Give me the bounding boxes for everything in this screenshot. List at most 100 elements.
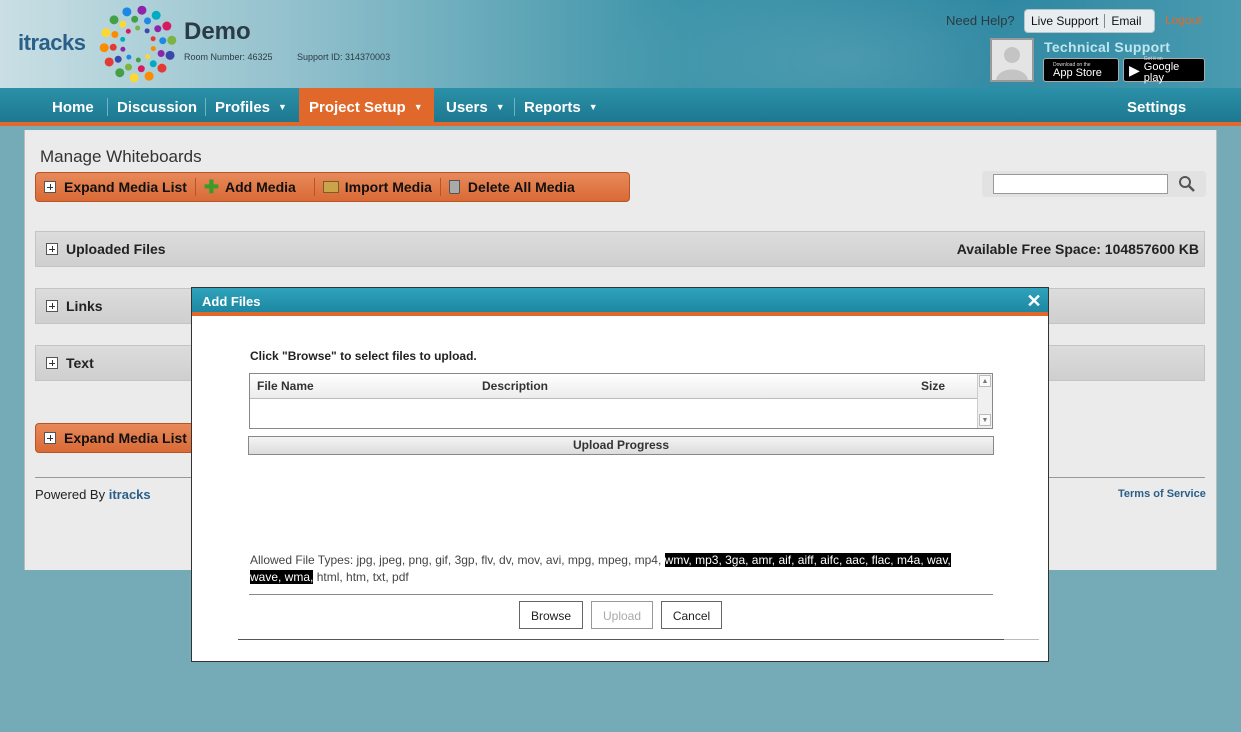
nav-project-setup[interactable]: Project Setup ▼ [299, 88, 434, 126]
app-store-button[interactable]: Download on the App Store [1043, 58, 1119, 82]
add-media-button[interactable]: ✚ Add Media [196, 172, 314, 202]
green-plus-icon: ✚ [203, 177, 220, 197]
logo-dot [122, 7, 132, 17]
file-table: File Name Description Size ▲ ▼ [249, 373, 993, 429]
logo-dot [131, 15, 139, 23]
page-title: Manage Whiteboards [40, 147, 202, 166]
email-link[interactable]: Email [1105, 14, 1147, 28]
dialog-title: Add Files [202, 294, 261, 309]
scroll-up-icon[interactable]: ▲ [979, 375, 991, 387]
main-nav: Home Discussion Profiles ▼ Project Setup ▼… [0, 88, 1241, 126]
expand-icon [46, 357, 58, 369]
browse-button[interactable]: Browse [519, 601, 583, 629]
trash-icon [448, 180, 460, 194]
file-table-header: File Name Description Size [250, 374, 977, 399]
logo[interactable]: itracks [18, 30, 86, 56]
help-links: Live Support Email [1024, 9, 1155, 33]
search-box [982, 171, 1206, 197]
scroll-down-icon[interactable]: ▼ [979, 414, 991, 426]
file-table-scrollbar[interactable]: ▲ ▼ [977, 374, 992, 428]
terms-of-service-link[interactable]: Terms of Service [1118, 488, 1206, 500]
live-support-link[interactable]: Live Support [1025, 14, 1104, 28]
nav-reports-label: Reports [524, 98, 581, 116]
nav-home[interactable]: Home [42, 88, 104, 126]
logo-dot [115, 68, 125, 78]
caret-down-icon: ▼ [413, 102, 423, 112]
free-space-label: Available Free Space: 104857600 KB [956, 241, 1199, 257]
upload-button[interactable]: Upload [591, 601, 653, 629]
allowed-types-highlight: wave, wma, [250, 570, 314, 584]
logo-dot [150, 46, 156, 52]
import-media-label: Import Media [344, 179, 432, 195]
expand-icon [44, 181, 56, 193]
column-file-name[interactable]: File Name [257, 379, 314, 393]
logo-dot [129, 73, 139, 83]
allowed-types-suffix: html, htm, txt, pdf [316, 570, 409, 584]
nav-settings[interactable]: Settings [1117, 88, 1196, 126]
column-size[interactable]: Size [921, 379, 945, 393]
nav-profiles[interactable]: Profiles ▼ [205, 88, 297, 126]
media-toolbar: Expand Media List ✚ Add Media Import Med… [35, 172, 630, 202]
import-media-button[interactable]: Import Media [315, 172, 440, 202]
nav-discussion[interactable]: Discussion [107, 88, 207, 126]
room-number: Room Number: 46325 [184, 52, 273, 62]
nav-users[interactable]: Users ▼ [436, 88, 515, 126]
expand-icon [46, 243, 58, 255]
add-files-dialog: Add Files ✕ Click "Browse" to select fil… [191, 287, 1049, 662]
logout-link[interactable]: Logout [1165, 13, 1202, 27]
logo-dot [126, 54, 132, 60]
nav-reports[interactable]: Reports ▼ [514, 88, 608, 126]
logo-dot [135, 57, 141, 63]
logo-dot [154, 25, 162, 33]
column-description[interactable]: Description [482, 379, 548, 393]
logo-dot [120, 46, 126, 52]
powered-by: Powered By itracks [35, 487, 151, 502]
logo-dot [162, 21, 172, 31]
section-uploaded-files[interactable]: Uploaded Files Available Free Space: 104… [35, 231, 1205, 267]
logo-dot [99, 43, 109, 53]
cancel-button[interactable]: Cancel [661, 601, 722, 629]
caret-down-icon: ▼ [495, 102, 505, 112]
add-media-label: Add Media [225, 179, 296, 195]
expand-media-list-label: Expand Media List [64, 179, 187, 195]
avatar[interactable] [990, 38, 1034, 82]
logo-dot [120, 36, 126, 42]
logo-dot [137, 65, 145, 73]
search-input[interactable] [993, 174, 1168, 194]
logo-dot [144, 28, 150, 34]
logo-dot [109, 15, 119, 25]
delete-all-media-button[interactable]: Delete All Media [441, 172, 583, 202]
logo-dot [111, 30, 119, 38]
nav-discussion-label: Discussion [117, 98, 198, 116]
logo-dot [135, 25, 141, 31]
close-icon[interactable]: ✕ [1026, 292, 1042, 310]
google-play-button[interactable]: ▶ Get it on Google play [1123, 56, 1205, 84]
logo-dot [101, 28, 111, 38]
logo-dot [165, 50, 175, 60]
expand-media-list-button-bottom[interactable]: Expand Media List [36, 424, 195, 452]
expand-icon [44, 432, 56, 444]
logo-dot [124, 63, 132, 71]
nav-project-setup-label: Project Setup [309, 98, 406, 116]
allowed-types-prefix: Allowed File Types: jpg, jpeg, png, gif,… [250, 553, 662, 567]
upload-progress-bar: Upload Progress [248, 436, 994, 455]
logo-dot [137, 5, 147, 15]
expand-media-list-button[interactable]: Expand Media List [36, 172, 195, 202]
app-store-big: App Store [1053, 66, 1102, 79]
google-play-big: Google play [1143, 61, 1180, 84]
logo-dot [151, 10, 161, 20]
logo-dot [144, 71, 154, 81]
logo-dot [114, 55, 122, 63]
dialog-header[interactable]: Add Files ✕ [192, 288, 1048, 316]
section-uploaded-label: Uploaded Files [66, 241, 166, 257]
play-icon: ▶ [1129, 61, 1140, 78]
logo-dot [125, 28, 131, 34]
logo-dot [145, 54, 151, 60]
user-silhouette-icon [996, 47, 1028, 80]
room-title: Demo [184, 18, 251, 45]
dialog-instructions: Click "Browse" to select files to upload… [250, 349, 477, 363]
powered-by-brand[interactable]: itracks [109, 487, 151, 502]
logo-dot [159, 37, 167, 45]
header: itracks Demo Room Number: 46325 Support … [0, 0, 1241, 88]
search-icon[interactable] [1178, 175, 1196, 193]
